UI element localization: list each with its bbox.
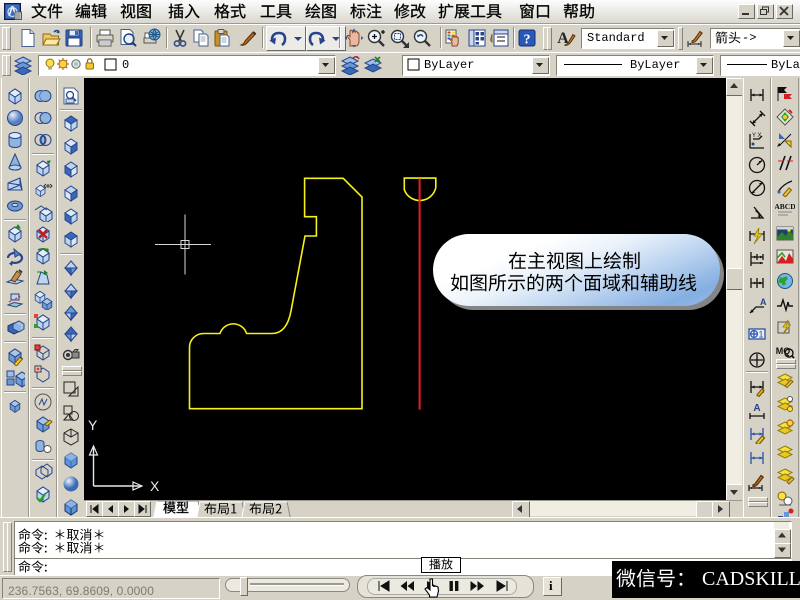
svg-text:X: X bbox=[150, 478, 160, 494]
svg-text:Y X: Y X bbox=[752, 133, 762, 139]
svg-text:1: 1 bbox=[758, 330, 763, 340]
svg-text:Y: Y bbox=[88, 417, 98, 433]
svg-text:A: A bbox=[760, 297, 767, 307]
svg-text:MQ: MQ bbox=[776, 346, 791, 356]
svg-text:ABCD: ABCD bbox=[775, 202, 795, 211]
svg-text:A: A bbox=[753, 403, 760, 414]
svg-text:?: ? bbox=[524, 33, 531, 48]
